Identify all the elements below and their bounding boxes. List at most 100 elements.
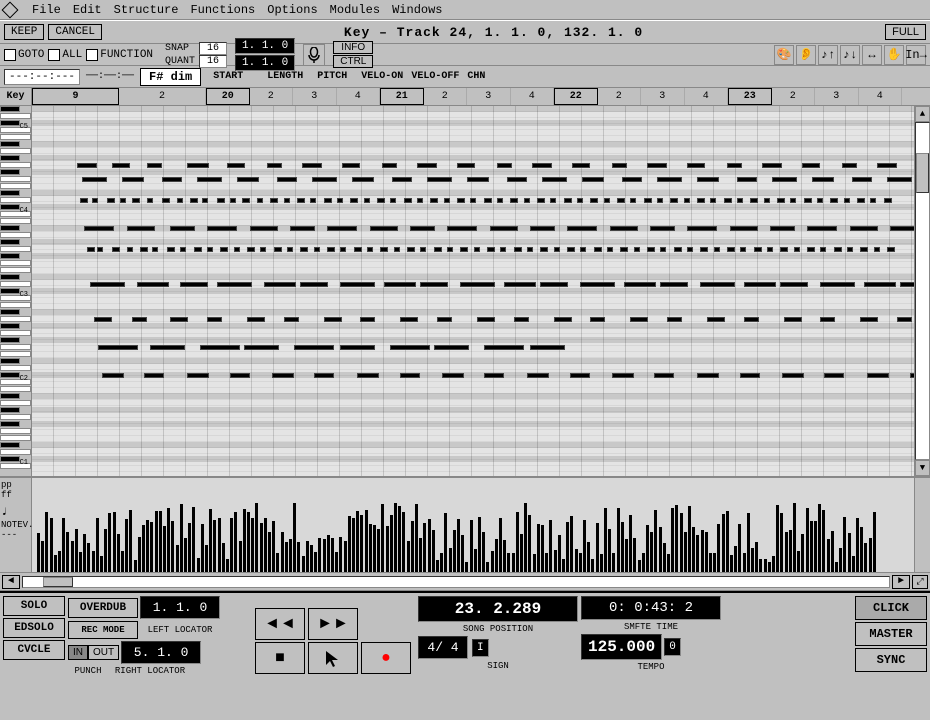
note-bar [542, 177, 567, 182]
hand-icon[interactable]: ✋ [884, 45, 904, 65]
info-ctrl-area: INFO CTRL [333, 41, 373, 68]
cursor-button[interactable] [308, 642, 358, 674]
velocity-bar [348, 516, 351, 572]
note-bar [764, 198, 770, 203]
hscroll-thumb[interactable] [43, 577, 73, 587]
menu-options[interactable]: Options [267, 3, 317, 17]
vscroll-thumb[interactable] [916, 153, 929, 193]
arrow-lr-icon[interactable]: ↔ [862, 45, 882, 65]
note-bar [207, 247, 213, 252]
note-bar [264, 282, 296, 287]
all-checkbox-label[interactable]: ALL [48, 49, 82, 61]
velocity-bar [831, 531, 834, 572]
click-button[interactable]: CLICK [855, 596, 927, 620]
cancel-button[interactable]: CANCEL [48, 24, 102, 40]
piano-key [0, 393, 20, 399]
velocity-bar [789, 530, 792, 572]
snap-value[interactable]: 16 [199, 42, 227, 55]
quant-value[interactable]: 16 [199, 55, 227, 68]
note-bar [740, 373, 760, 378]
note-bar [227, 163, 245, 168]
velocity-grid[interactable] [32, 478, 914, 572]
velocity-bar [684, 532, 687, 572]
velocity-bar [734, 546, 737, 572]
hscroll-track[interactable] [22, 576, 890, 588]
note-bar [127, 247, 133, 252]
note-bar [852, 177, 872, 182]
note-bar [654, 373, 674, 378]
velocity-bar [650, 532, 653, 572]
note-bar [434, 345, 469, 350]
note-bar [170, 317, 188, 322]
velocity-bar [654, 510, 657, 572]
cycle-button[interactable]: CVCLE [3, 640, 65, 660]
velocity-bar [381, 504, 384, 572]
note-bar [94, 317, 112, 322]
overdub-button[interactable]: OVERDUB [68, 598, 138, 618]
velocity-bar [570, 516, 573, 572]
velocity-bar [486, 562, 489, 572]
vscroll-up-button[interactable]: ▲ [915, 106, 930, 122]
menu-file[interactable]: File [32, 3, 61, 17]
goto-checkbox[interactable] [4, 49, 16, 61]
palette-icon[interactable]: 🎨 [774, 45, 794, 65]
menu-structure[interactable]: Structure [114, 3, 179, 17]
h-scrollbar[interactable]: ◄ ► ⤢ [0, 573, 930, 591]
velocity-bar [869, 538, 872, 572]
menu-edit[interactable]: Edit [73, 3, 102, 17]
velocity-bar [608, 529, 611, 572]
ear-icon[interactable]: 👂 [796, 45, 816, 65]
edsolo-button[interactable]: EDSOLO [3, 618, 65, 638]
velocity-bar [625, 539, 628, 572]
note-up-icon[interactable]: ♪↑ [818, 45, 838, 65]
mic-icon[interactable] [303, 44, 325, 66]
hscroll-left-button[interactable]: ◄ [2, 575, 20, 589]
master-button[interactable]: MASTER [855, 622, 927, 646]
hscroll-right-button[interactable]: ► [892, 575, 910, 589]
velocity-bar [612, 553, 615, 572]
vscroll-track[interactable] [915, 122, 930, 460]
note-bar [870, 198, 876, 203]
fastfwd-button[interactable]: ►► [308, 608, 358, 640]
keep-button[interactable]: KEEP [4, 24, 44, 40]
vscroll-down-button[interactable]: ▼ [915, 460, 930, 476]
piano-key [0, 365, 31, 371]
piano-key [0, 442, 20, 448]
note-down-icon[interactable]: ♪↓ [840, 45, 860, 65]
grid-area[interactable] [32, 106, 914, 476]
stop-button[interactable]: ■ [255, 642, 305, 674]
note-bar [590, 317, 605, 322]
velocity-bar [129, 510, 132, 572]
function-checkbox-label[interactable]: FUNCTION [86, 49, 153, 61]
velocity-bar [260, 523, 263, 572]
sync-button[interactable]: SYNC [855, 648, 927, 672]
solo-button[interactable]: SOLO [3, 596, 65, 616]
velocity-bar [596, 523, 599, 572]
out-button[interactable]: OUT [88, 645, 119, 660]
rec-mode-button[interactable]: REC MODE [68, 621, 138, 639]
vertical-scrollbar[interactable]: ▲ ▼ [914, 106, 930, 476]
velocity-bar [234, 512, 237, 572]
full-button[interactable]: FULL [885, 24, 926, 40]
zoom-button[interactable]: ⤢ [912, 575, 928, 589]
piano-key [0, 155, 20, 161]
ctrl-button[interactable]: CTRL [333, 55, 373, 68]
all-checkbox[interactable] [48, 49, 60, 61]
info-button[interactable]: INFO [333, 41, 373, 54]
velocity-bar [335, 552, 338, 572]
rewind-button[interactable]: ◄◄ [255, 608, 305, 640]
goto-checkbox-label[interactable]: GOTO [4, 49, 44, 61]
note-bar [120, 198, 126, 203]
menu-windows[interactable]: Windows [392, 3, 442, 17]
note-bar [390, 198, 396, 203]
note-bar [364, 198, 370, 203]
record-button[interactable]: ● [361, 642, 411, 674]
transport-bar: SOLO EDSOLO CVCLE OVERDUB 1. 1. 0 REC MO… [0, 591, 930, 689]
note-bar [687, 247, 693, 252]
function-checkbox[interactable] [86, 49, 98, 61]
in-button[interactable]: IN [68, 645, 88, 660]
menu-modules[interactable]: Modules [330, 3, 380, 17]
velocity-bar [176, 545, 179, 572]
arrow-in-icon[interactable]: In→ [906, 45, 926, 65]
menu-functions[interactable]: Functions [190, 3, 255, 17]
